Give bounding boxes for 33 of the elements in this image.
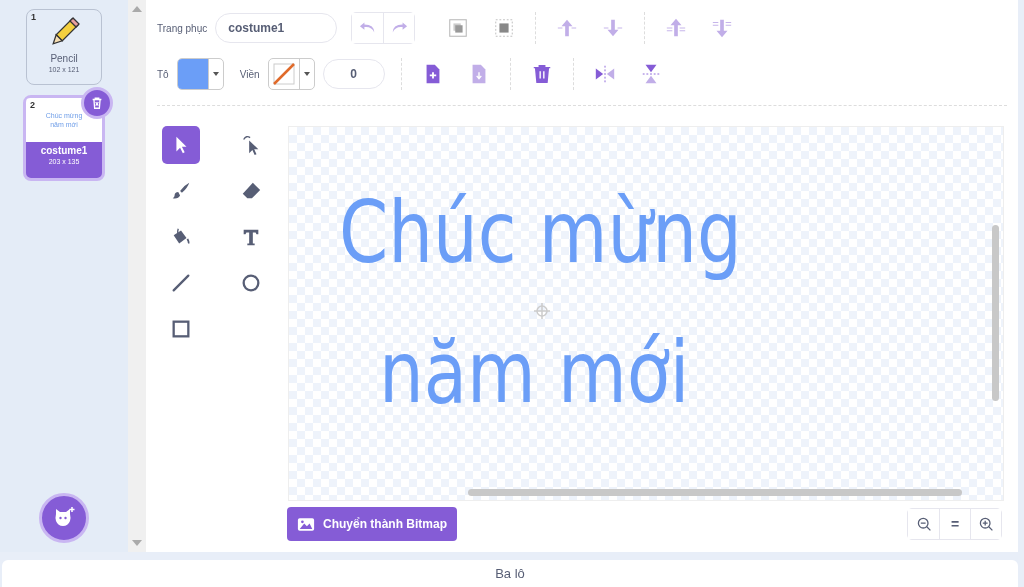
scrollbar[interactable] [468, 489, 962, 496]
outline-label: Viền [239, 68, 260, 80]
costume-number: 1 [31, 12, 36, 22]
costume-name-field[interactable]: costume1 [215, 13, 338, 43]
ungroup-icon[interactable] [493, 17, 516, 39]
canvas-text: năm mới [379, 322, 691, 422]
backpack-label[interactable]: Ba lô [495, 566, 525, 581]
select-tool-button[interactable] [162, 126, 200, 164]
image-icon [297, 516, 315, 532]
costume-name: Pencil [50, 53, 78, 64]
caret-icon [303, 72, 310, 76]
convert-to-bitmap-button[interactable]: Chuyển thành Bitmap [287, 507, 457, 541]
canvas-text: Chúc mừng [339, 182, 742, 282]
outline-color-picker[interactable] [267, 58, 315, 90]
caret-icon [212, 72, 219, 76]
costume-label: Trang phục [157, 22, 208, 34]
zoom-in-icon [978, 516, 994, 532]
zoom-in-button[interactable] [970, 509, 1001, 539]
zoom-out-icon [915, 516, 932, 532]
rectangle-icon [170, 318, 192, 340]
add-costume-button[interactable] [39, 493, 89, 543]
costume-number: 2 [30, 100, 35, 110]
delete-icon[interactable] [81, 87, 113, 119]
group-icon[interactable] [447, 17, 470, 39]
crosshair-icon [534, 303, 550, 319]
line-icon [170, 272, 192, 294]
fill-color-picker[interactable] [176, 58, 224, 90]
no-color-icon [271, 62, 296, 86]
outline-width-field[interactable]: 0 [322, 59, 385, 89]
scrollbar[interactable] [992, 225, 999, 401]
costume-name: costume1 [40, 145, 88, 156]
circle-icon [240, 272, 262, 294]
fill-label: Tô [157, 68, 169, 80]
